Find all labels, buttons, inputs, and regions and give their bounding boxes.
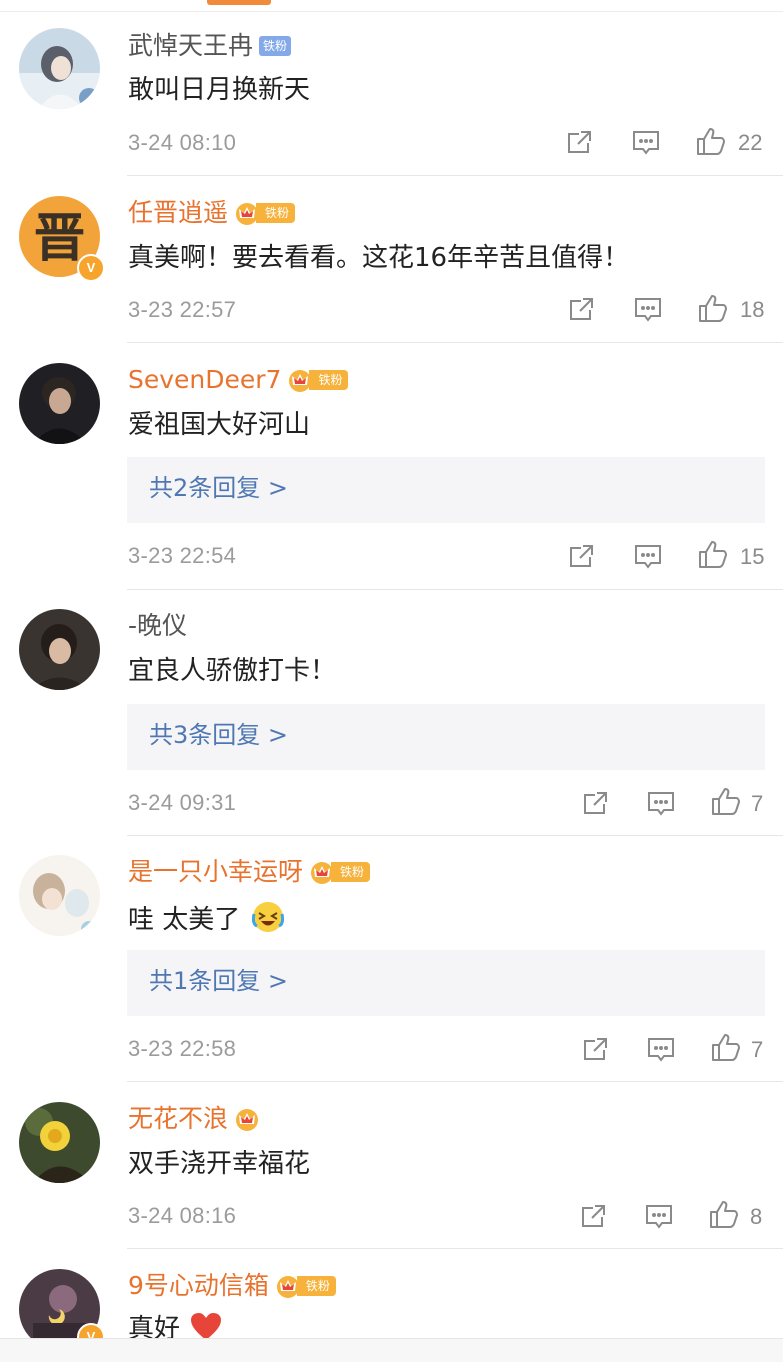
comment-text: 敢叫日月换新天: [128, 75, 311, 105]
thumbs-up-icon[interactable]: [698, 293, 728, 323]
comment-text: 真美啊！要去看看。这花16年辛苦且值得！: [128, 243, 630, 273]
like-count: 22: [738, 130, 763, 155]
avatar[interactable]: [19, 855, 100, 936]
fan-badge: 铁粉: [234, 200, 296, 226]
share-icon[interactable]: [582, 1036, 610, 1062]
fan-badge: 铁粉: [275, 1273, 336, 1299]
fan-badge: 铁粉: [259, 36, 292, 56]
verified-badge: V: [77, 254, 105, 282]
fan-badge: 铁粉: [287, 367, 349, 393]
comment-icon[interactable]: [634, 543, 662, 571]
comment-item: SevenDeer7 铁粉 爱祖国大好河山 共2条回复 > 3-23 22:54…: [0, 343, 783, 590]
comment-item: 是一只小幸运呀 铁粉 哇 太美了 共1条回复 > 3-23 22:58 7: [0, 836, 783, 1082]
username[interactable]: SevenDeer7 铁粉: [128, 365, 349, 395]
thumbs-up-icon[interactable]: [709, 1199, 739, 1229]
timestamp: 3-23 22:58: [128, 1036, 237, 1061]
username[interactable]: -晚仪: [128, 611, 187, 641]
comment-icon[interactable]: [647, 790, 675, 818]
heart-emoji-icon: [191, 1313, 222, 1338]
comment-text: 真好: [128, 1312, 222, 1338]
verified-badge: V: [77, 1323, 105, 1338]
comment-item: 晋 V 任晋逍遥 铁粉 真美啊！要去看看。这花16年辛苦且值得！ 3-23 22…: [0, 176, 783, 343]
timestamp: 3-24 08:16: [128, 1203, 237, 1228]
thumbs-up-icon[interactable]: [696, 126, 726, 156]
timestamp: 3-23 22:57: [128, 297, 237, 322]
replies-link[interactable]: 共2条回复 >: [127, 457, 765, 523]
comment-item: 武悼天王冉 铁粉 敢叫日月换新天 3-24 08:10 22: [0, 12, 783, 176]
comment-text: 宜良人骄傲打卡！: [128, 656, 337, 686]
username[interactable]: 任晋逍遥 铁粉: [128, 198, 296, 228]
share-icon[interactable]: [582, 790, 610, 816]
like-count: 7: [751, 791, 764, 816]
thumbs-up-icon[interactable]: [711, 1032, 741, 1062]
thumbs-up-icon[interactable]: [698, 539, 728, 569]
timestamp: 3-24 08:10: [128, 130, 237, 155]
comment-text: 哇 太美了: [128, 900, 285, 937]
comment-icon[interactable]: [632, 129, 660, 157]
like-count: 15: [740, 544, 765, 569]
like-count: 7: [751, 1037, 764, 1062]
share-icon[interactable]: [568, 543, 596, 569]
like-count: 8: [750, 1204, 763, 1229]
username[interactable]: 9号心动信箱 铁粉: [128, 1271, 336, 1301]
comment-icon[interactable]: [645, 1203, 673, 1231]
share-icon[interactable]: [580, 1203, 608, 1229]
avatar[interactable]: [19, 609, 100, 690]
comment-item: V 9号心动信箱 铁粉 真好: [0, 1249, 783, 1338]
fan-badge: 铁粉: [309, 859, 371, 885]
bottom-bar: [0, 1338, 783, 1362]
avatar[interactable]: [19, 1102, 100, 1183]
avatar[interactable]: [19, 28, 100, 109]
active-tab-indicator: [207, 0, 271, 5]
thumbs-up-icon[interactable]: [711, 786, 741, 816]
comment-item: 无花不浪 双手浇开幸福花 3-24 08:16 8: [0, 1082, 783, 1249]
share-icon[interactable]: [568, 296, 596, 322]
avatar[interactable]: [19, 363, 100, 444]
crown-icon: [236, 1109, 259, 1131]
replies-link[interactable]: 共3条回复 >: [127, 704, 765, 770]
share-icon[interactable]: [566, 129, 594, 155]
comment-text: 双手浇开幸福花: [128, 1149, 311, 1179]
username[interactable]: 武悼天王冉 铁粉: [128, 31, 292, 61]
laughing-emoji-icon: [251, 902, 284, 932]
like-count: 18: [740, 297, 765, 322]
username[interactable]: 无花不浪: [128, 1104, 262, 1134]
comment-text: 爱祖国大好河山: [128, 410, 311, 440]
comment-item: -晚仪 宜良人骄傲打卡！ 共3条回复 > 3-24 09:31 7: [0, 590, 783, 836]
timestamp: 3-24 09:31: [128, 790, 237, 815]
avatar-glyph: 晋: [33, 209, 85, 269]
comment-icon[interactable]: [634, 296, 662, 324]
fan-badge: [234, 1106, 262, 1132]
username[interactable]: 是一只小幸运呀 铁粉: [128, 857, 371, 887]
comment-icon[interactable]: [647, 1036, 675, 1064]
replies-link[interactable]: 共1条回复 >: [127, 950, 765, 1016]
timestamp: 3-23 22:54: [128, 543, 237, 568]
